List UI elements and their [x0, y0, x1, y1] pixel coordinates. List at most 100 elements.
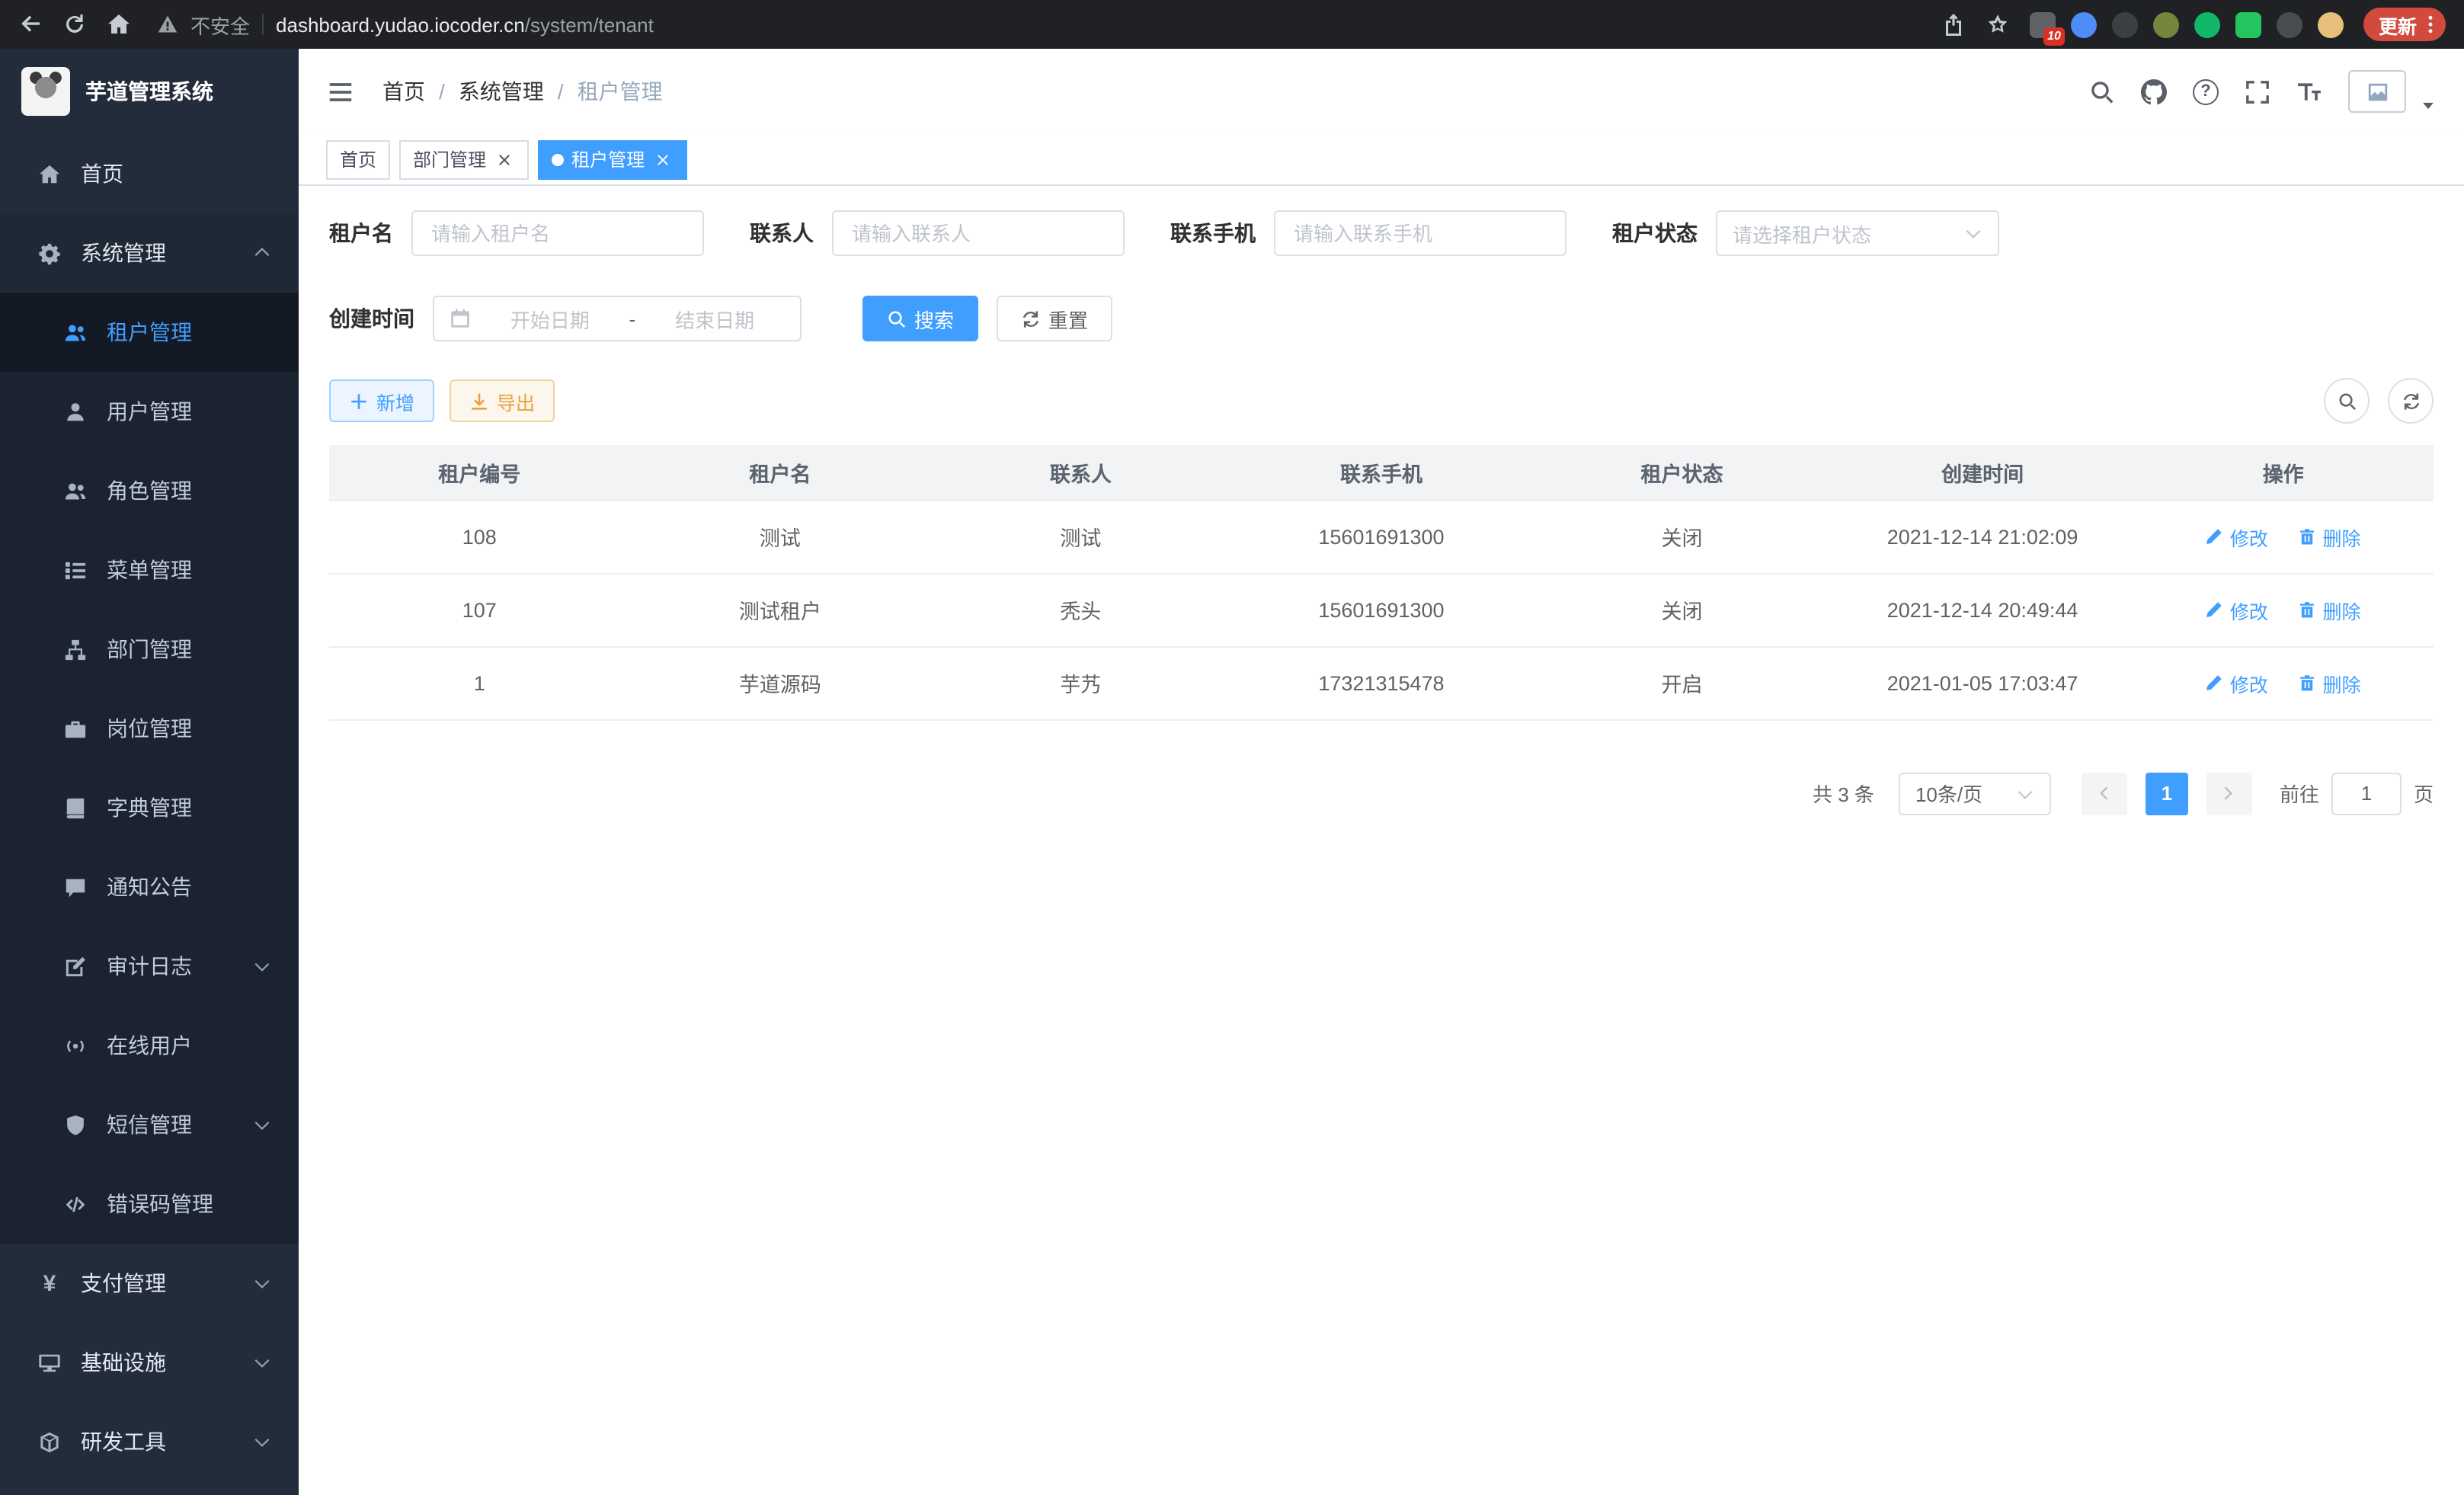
github-icon[interactable] — [2141, 78, 2167, 104]
extension-icon-1[interactable]: 10 — [2030, 11, 2056, 37]
edit-button[interactable]: 修改 — [2206, 668, 2268, 697]
puzzle-extensions-icon[interactable] — [2277, 11, 2302, 37]
extension-icon-6[interactable] — [2235, 11, 2261, 37]
update-button[interactable]: 更新 — [2363, 8, 2446, 41]
select-placeholder: 请选择租户状态 — [1733, 219, 1871, 248]
tenant-name-input[interactable] — [411, 210, 704, 256]
update-label: 更新 — [2379, 10, 2417, 39]
search-button[interactable]: 搜索 — [862, 296, 978, 341]
extension-icon-3[interactable] — [2112, 11, 2138, 37]
goto-page-input[interactable] — [2331, 772, 2402, 815]
extension-icon-2[interactable] — [2071, 11, 2097, 37]
broken-image-icon — [2366, 80, 2389, 103]
export-button[interactable]: 导出 — [450, 379, 555, 422]
reset-button[interactable]: 重置 — [997, 296, 1112, 341]
next-page-button[interactable] — [2206, 772, 2252, 815]
extension-icon-4[interactable] — [2153, 11, 2179, 37]
sidebar-item-audit-log[interactable]: 审计日志 — [0, 927, 299, 1006]
address-bar[interactable]: 不安全 dashboard.yudao.iocoder.cn/system/te… — [157, 10, 1915, 39]
page-size-select[interactable]: 10条/页 — [1899, 772, 2051, 815]
page-number-button[interactable]: 1 — [2146, 772, 2188, 815]
sidebar-item-post-management[interactable]: 岗位管理 — [0, 689, 299, 768]
refresh-table-button[interactable] — [2388, 378, 2434, 424]
breadcrumb-item[interactable]: 首页 — [382, 76, 425, 107]
back-icon[interactable] — [18, 12, 43, 37]
reload-icon[interactable] — [62, 12, 87, 37]
sidebar-item-user-management[interactable]: 用户管理 — [0, 372, 299, 451]
add-button[interactable]: 新增 — [329, 379, 434, 422]
cell-tenant-id: 108 — [329, 500, 630, 573]
cell-tenant-name: 芋道源码 — [630, 646, 931, 719]
cell-actions: 修改 删除 — [2133, 646, 2434, 719]
fullscreen-icon[interactable] — [2245, 78, 2270, 104]
cell-tenant-id: 107 — [329, 573, 630, 646]
pagination: 共 3 条 10条/页 1 前往 页 — [329, 772, 2434, 815]
refresh-icon — [2401, 391, 2421, 411]
sidebar-item-dept-management[interactable]: 部门管理 — [0, 610, 299, 689]
sidebar-item-dict-management[interactable]: 字典管理 — [0, 768, 299, 847]
export-button-label: 导出 — [497, 386, 535, 415]
sidebar-item-announcement[interactable]: 通知公告 — [0, 847, 299, 927]
date-range-separator: - — [629, 307, 636, 330]
sidebar-item-label: 菜单管理 — [107, 555, 192, 585]
share-icon[interactable] — [1941, 12, 1966, 37]
system-management-submenu: 租户管理 用户管理 角色管理 菜单管理 — [0, 293, 299, 1244]
toggle-search-button[interactable] — [2324, 378, 2370, 424]
filter-row-2: 创建时间 开始日期 - 结束日期 搜索 重置 — [329, 296, 2434, 341]
sidebar-item-menu-management[interactable]: 菜单管理 — [0, 530, 299, 610]
sidebar-item-label: 字典管理 — [107, 792, 192, 823]
tab-label: 租户管理 — [571, 146, 645, 172]
search-icon[interactable] — [2089, 78, 2115, 104]
cell-status: 关闭 — [1531, 573, 1832, 646]
extension-icon-5[interactable] — [2194, 11, 2220, 37]
sidebar-item-label: 在线用户 — [107, 1030, 192, 1061]
sidebar-item-error-code-management[interactable]: 错误码管理 — [0, 1164, 299, 1244]
bookmark-star-icon[interactable] — [1986, 12, 2010, 37]
contact-input[interactable] — [832, 210, 1125, 256]
sidebar-item-system-management[interactable]: 系统管理 — [0, 213, 299, 293]
phone-input[interactable] — [1274, 210, 1566, 256]
kebab-menu-icon — [2420, 14, 2441, 35]
date-range-picker[interactable]: 开始日期 - 结束日期 — [433, 296, 802, 341]
chevron-down-icon[interactable] — [2420, 97, 2437, 114]
cell-status: 开启 — [1531, 646, 1832, 719]
logo[interactable]: 芋道管理系统 — [0, 49, 299, 134]
sidebar-item-sms-management[interactable]: 短信管理 — [0, 1085, 299, 1164]
cell-phone: 17321315478 — [1231, 646, 1532, 719]
sidebar-item-role-management[interactable]: 角色管理 — [0, 451, 299, 530]
sidebar-item-payment-management[interactable]: ¥ 支付管理 — [0, 1244, 299, 1323]
delete-button[interactable]: 删除 — [2298, 595, 2360, 624]
font-size-icon[interactable] — [2296, 78, 2322, 104]
calendar-icon — [450, 308, 471, 329]
edit-button[interactable]: 修改 — [2206, 595, 2268, 624]
close-icon[interactable] — [652, 149, 674, 170]
sidebar-item-tenant-management[interactable]: 租户管理 — [0, 293, 299, 372]
breadcrumb-item[interactable]: 系统管理 — [459, 76, 544, 107]
sidebar-item-dev-tools[interactable]: 研发工具 — [0, 1402, 299, 1481]
prev-page-button[interactable] — [2082, 772, 2127, 815]
delete-button[interactable]: 删除 — [2298, 668, 2360, 697]
tenant-status-select[interactable]: 请选择租户状态 — [1716, 210, 1999, 256]
browser-home-icon[interactable] — [107, 12, 131, 37]
address-divider — [262, 14, 264, 35]
sidebar-item-infrastructure[interactable]: 基础设施 — [0, 1323, 299, 1402]
help-icon[interactable]: ? — [2193, 78, 2219, 104]
sidebar: 芋道管理系统 首页 系统管理 租户管理 — [0, 49, 299, 1495]
extension-badge: 10 — [2043, 27, 2065, 45]
download-icon — [469, 391, 489, 411]
sidebar-item-online-users[interactable]: 在线用户 — [0, 1006, 299, 1085]
tab-dept-management[interactable]: 部门管理 — [399, 139, 529, 179]
tab-tenant-management[interactable]: 租户管理 — [538, 139, 687, 179]
close-icon[interactable] — [494, 149, 515, 170]
sidebar-toggle-icon[interactable] — [326, 77, 355, 106]
avatar[interactable] — [2348, 70, 2406, 113]
tab-home[interactable]: 首页 — [326, 139, 390, 179]
profile-avatar[interactable] — [2318, 11, 2344, 37]
cell-tenant-name: 测试 — [630, 500, 931, 573]
sidebar-item-home[interactable]: 首页 — [0, 134, 299, 213]
delete-button[interactable]: 删除 — [2298, 522, 2360, 551]
pencil-icon — [2206, 527, 2224, 546]
online-users-icon — [62, 1034, 88, 1057]
phone-label: 联系手机 — [1170, 218, 1256, 248]
edit-button[interactable]: 修改 — [2206, 522, 2268, 551]
